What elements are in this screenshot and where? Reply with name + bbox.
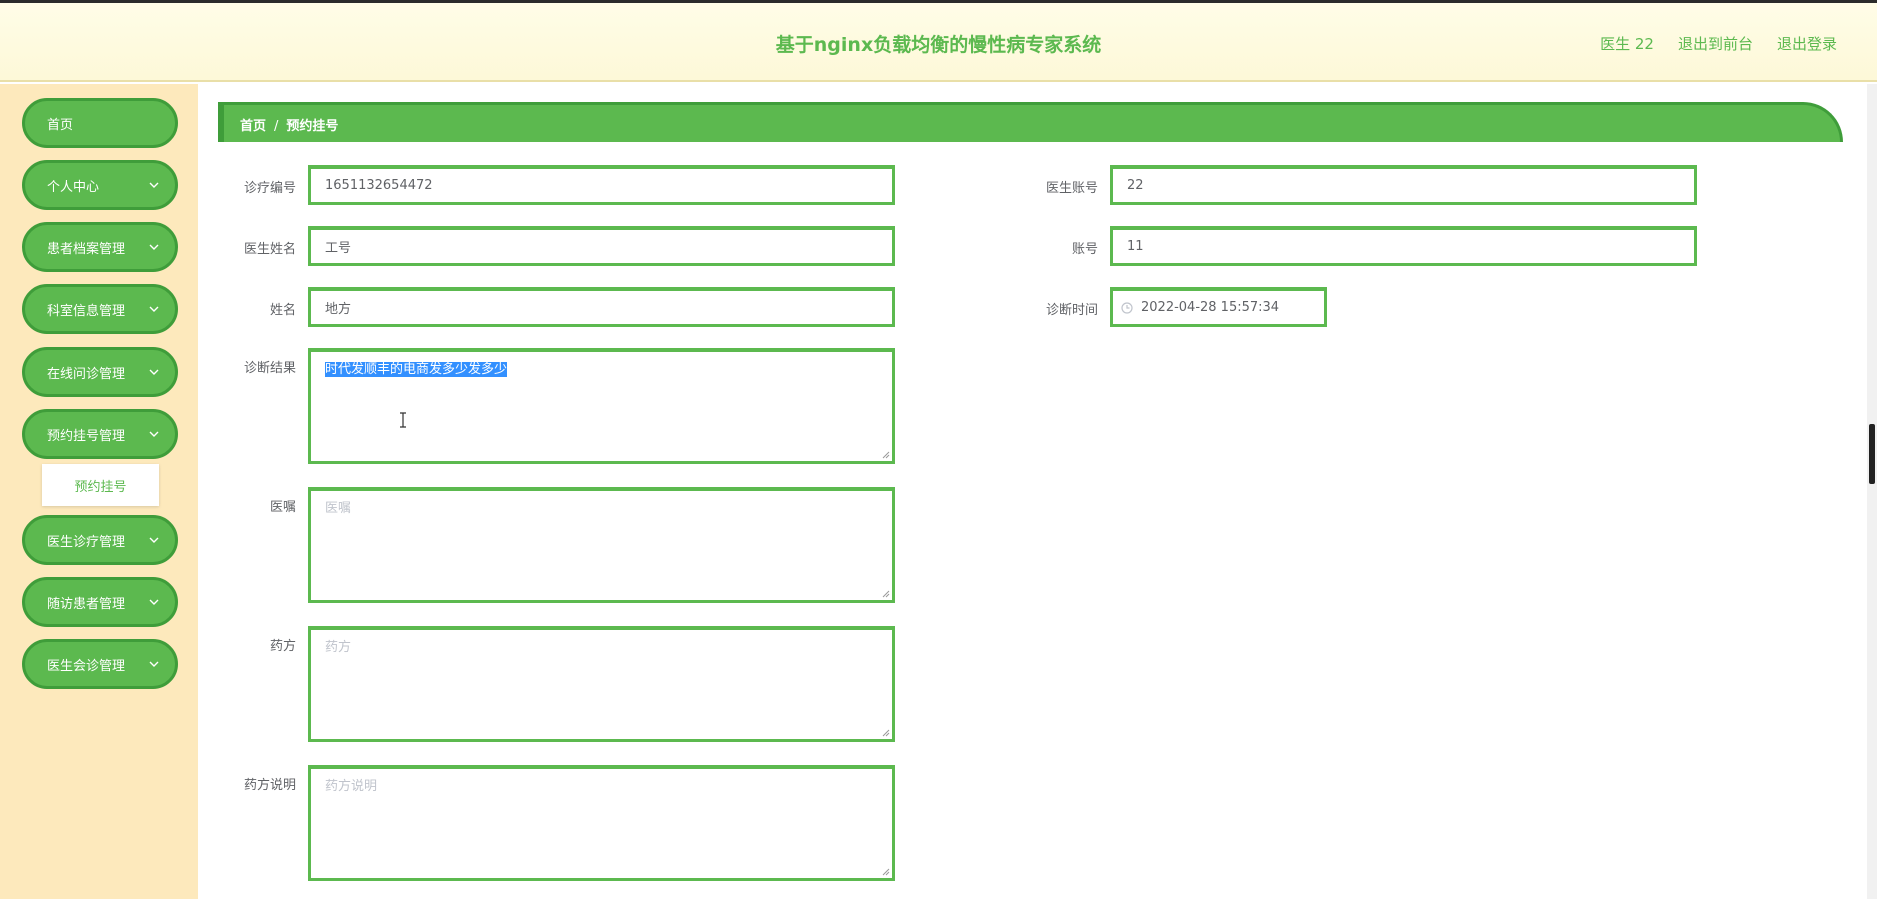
breadcrumb-home[interactable]: 首页: [240, 119, 266, 134]
page-scrollbar[interactable]: [1867, 84, 1877, 899]
prescription-label: 药方: [269, 639, 296, 654]
sidebar-item-label: 科室信息管理: [47, 303, 126, 319]
breadcrumb: 首页 / 预约挂号: [240, 115, 338, 134]
breadcrumb-separator: /: [274, 119, 279, 134]
doctor-name-value: 工号: [325, 241, 352, 256]
sidebar-item-department-info[interactable]: 科室信息管理: [22, 284, 178, 334]
diagnosis-result-label: 诊断结果: [243, 361, 296, 376]
submenu-item-appointment[interactable]: 预约挂号: [42, 464, 159, 506]
clock-icon: [1121, 301, 1133, 314]
resize-grip-icon[interactable]: [882, 451, 890, 459]
name-value: 地方: [325, 302, 352, 317]
name-input[interactable]: 地方: [308, 287, 895, 327]
submenu-item-label: 预约挂号: [74, 479, 127, 495]
doctor-account-label: 医生账号: [1045, 181, 1098, 196]
sidebar-item-doctor-consultation[interactable]: 医生会诊管理: [22, 639, 178, 689]
treatment-no-value: 1651132654472: [325, 178, 433, 193]
sidebar-item-home[interactable]: 首页: [22, 98, 178, 148]
chevron-down-icon: [149, 182, 159, 188]
name-label: 姓名: [269, 303, 296, 318]
doctor-name-input[interactable]: 工号: [308, 226, 895, 266]
sidebar-item-doctor-treatment[interactable]: 医生诊疗管理: [22, 515, 178, 565]
sidebar-item-patient-records[interactable]: 患者档案管理: [22, 222, 178, 272]
chevron-down-icon: [149, 661, 159, 667]
breadcrumb-current: 预约挂号: [286, 119, 339, 134]
doctor-user-link[interactable]: 医生 22: [1600, 33, 1654, 54]
treatment-no-label: 诊疗编号: [243, 181, 296, 196]
account-input[interactable]: 11: [1110, 226, 1697, 266]
sidebar: 首页 个人中心 患者档案管理 科室信息管理 在线问诊管理 预约挂号管理 预约挂号…: [0, 84, 198, 899]
doctor-name-label: 医生姓名: [243, 242, 296, 257]
main-content: 首页 / 预约挂号 诊疗编号 1651132654472 医生账号 22 医生姓名 …: [198, 84, 1858, 899]
sidebar-item-online-consult[interactable]: 在线问诊管理: [22, 347, 178, 397]
sidebar-item-label: 在线问诊管理: [47, 366, 126, 382]
prescription-note-placeholder: 药方说明: [325, 779, 378, 794]
sidebar-item-label: 预约挂号管理: [47, 428, 126, 444]
diagnosis-time-value: 2022-04-28 15:57:34: [1141, 300, 1280, 315]
top-header: 基于nginx负载均衡的慢性病专家系统 医生 22 退出到前台 退出登录: [0, 0, 1877, 82]
text-cursor-icon: [400, 412, 406, 428]
resize-grip-icon[interactable]: [882, 868, 890, 876]
sidebar-item-personal-center[interactable]: 个人中心: [22, 160, 178, 210]
sidebar-item-label: 患者档案管理: [47, 241, 126, 257]
logout-link[interactable]: 退出登录: [1777, 33, 1837, 54]
prescription-note-label: 药方说明: [243, 778, 296, 793]
doctor-advice-label: 医嘱: [269, 500, 296, 515]
sidebar-item-appointment-mgmt[interactable]: 预约挂号管理: [22, 409, 178, 459]
doctor-account-input[interactable]: 22: [1110, 165, 1697, 205]
chevron-down-icon: [149, 244, 159, 250]
prescription-textarea[interactable]: 药方: [308, 626, 895, 742]
prescription-placeholder: 药方: [325, 640, 352, 655]
sidebar-item-label: 医生诊疗管理: [47, 534, 126, 550]
sidebar-item-label: 医生会诊管理: [47, 658, 126, 674]
sidebar-item-label: 随访患者管理: [47, 596, 126, 612]
scrollbar-thumb[interactable]: [1869, 424, 1875, 484]
sidebar-item-label: 首页: [47, 117, 74, 133]
doctor-account-value: 22: [1127, 178, 1144, 193]
account-value: 11: [1127, 239, 1144, 254]
resize-grip-icon[interactable]: [882, 729, 890, 737]
prescription-note-textarea[interactable]: 药方说明: [308, 765, 895, 881]
chevron-down-icon: [149, 306, 159, 312]
diagnosis-time-label: 诊断时间: [1045, 303, 1098, 318]
doctor-advice-textarea[interactable]: 医嘱: [308, 487, 895, 603]
window-top-edge: [0, 0, 1877, 3]
app-title: 基于nginx负载均衡的慢性病专家系统: [775, 34, 1102, 56]
sidebar-item-label: 个人中心: [47, 179, 100, 195]
header-links: 医生 22 退出到前台 退出登录: [1600, 33, 1837, 54]
breadcrumb-accent: [218, 105, 224, 142]
doctor-advice-placeholder: 医嘱: [325, 501, 352, 516]
diagnosis-time-picker[interactable]: 2022-04-28 15:57:34: [1110, 287, 1327, 327]
account-label: 账号: [1071, 242, 1098, 257]
sidebar-item-followup-patients[interactable]: 随访患者管理: [22, 577, 178, 627]
chevron-down-icon: [149, 537, 159, 543]
chevron-down-icon: [149, 431, 159, 437]
diagnosis-result-textarea[interactable]: 时代发顺丰的电商发多少发多少: [308, 348, 895, 464]
chevron-down-icon: [149, 369, 159, 375]
breadcrumb-bar: 首页 / 预约挂号: [218, 102, 1843, 142]
exit-to-frontend-link[interactable]: 退出到前台: [1678, 33, 1753, 54]
resize-grip-icon[interactable]: [882, 590, 890, 598]
diagnosis-result-value: 时代发顺丰的电商发多少发多少: [325, 362, 508, 377]
treatment-no-input[interactable]: 1651132654472: [308, 165, 895, 205]
chevron-down-icon: [149, 599, 159, 605]
